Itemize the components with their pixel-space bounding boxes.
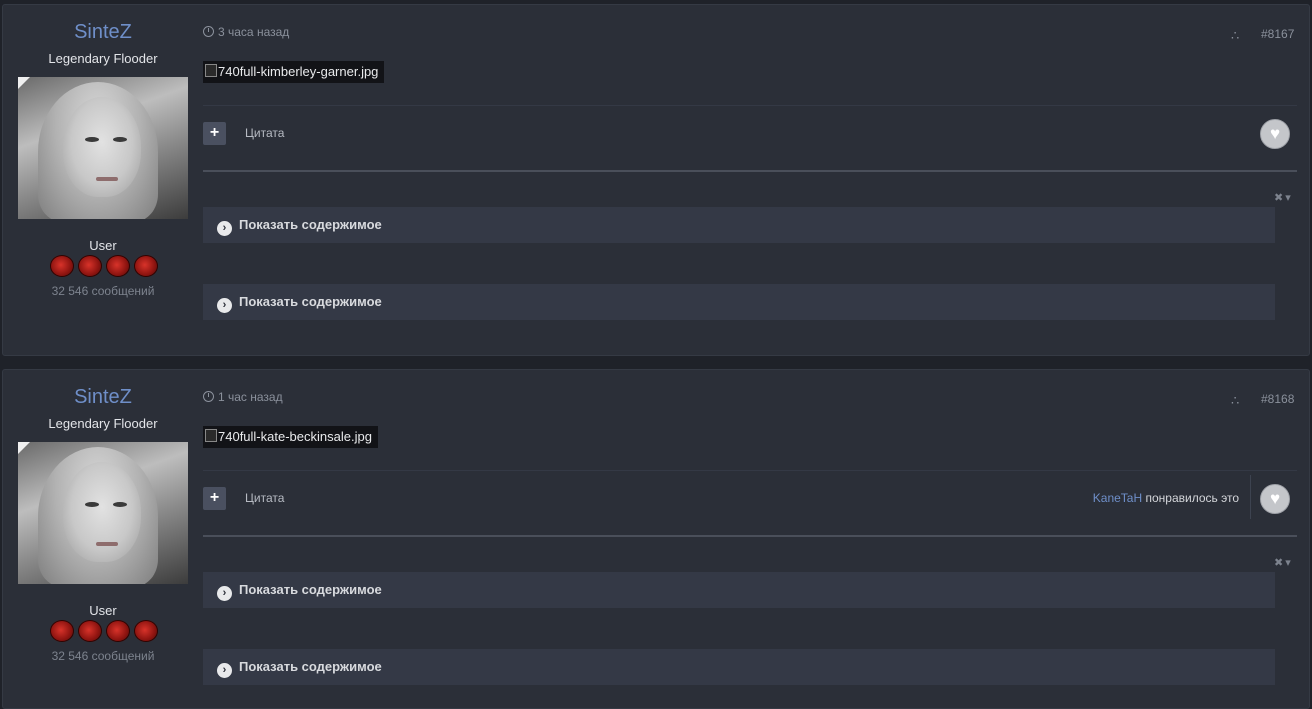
heart-icon: ♥ — [1269, 124, 1281, 143]
chevron-right-icon: › — [217, 663, 232, 678]
signature-divider — [203, 170, 1297, 172]
author-title: Legendary Flooder — [48, 416, 158, 431]
signature-divider — [203, 535, 1297, 537]
multiquote-button[interactable]: + — [203, 487, 226, 510]
rank-icon — [106, 620, 130, 642]
spoiler-label: Показать содержимое — [239, 217, 382, 232]
spoiler-label: Показать содержимое — [239, 582, 382, 597]
avatar[interactable] — [18, 77, 188, 219]
image-alt-text: 740full-kate-beckinsale.jpg — [218, 429, 372, 444]
post-time[interactable]: 1 час назад — [203, 390, 283, 404]
rank-icon — [50, 255, 74, 277]
avatar[interactable] — [18, 442, 188, 584]
like-button[interactable]: ♥ — [1260, 119, 1290, 149]
broken-image-icon — [205, 64, 217, 77]
image-alt-text: 740full-kimberley-garner.jpg — [218, 64, 379, 79]
post-number[interactable]: #8167 — [1261, 27, 1294, 41]
chevron-right-icon: › — [217, 221, 232, 236]
author-post-count: 32 546 сообщений — [51, 284, 155, 298]
post-image[interactable]: 740full-kimberley-garner.jpg — [203, 61, 385, 83]
author-group: User — [89, 603, 117, 618]
divider — [1250, 475, 1251, 519]
spoiler-toggle[interactable]: › Показать содержимое — [203, 649, 1275, 685]
quote-button[interactable]: Цитата — [245, 126, 284, 140]
rank-icon — [134, 255, 158, 277]
close-icon[interactable]: ✖▾ — [1274, 556, 1293, 569]
post-time[interactable]: 3 часа назад — [203, 25, 289, 39]
like-button[interactable]: ♥ — [1260, 484, 1290, 514]
clock-icon — [203, 391, 214, 402]
divider — [203, 105, 1297, 106]
plus-icon: + — [209, 124, 220, 141]
spoiler-toggle[interactable]: › Показать содержимое — [203, 572, 1275, 608]
chevron-right-icon: › — [217, 298, 232, 313]
post-time-text: 3 часа назад — [218, 25, 290, 39]
rank-icons — [50, 255, 160, 279]
plus-icon: + — [209, 489, 220, 506]
share-icon[interactable]: ∴ — [1231, 393, 1239, 409]
forum-post: SinteZ Legendary Flooder User 32 546 соо… — [2, 4, 1310, 356]
broken-image-icon — [205, 429, 217, 442]
post-image[interactable]: 740full-kate-beckinsale.jpg — [203, 426, 378, 448]
rank-icon — [78, 620, 102, 642]
author-name[interactable]: SinteZ — [3, 386, 203, 409]
heart-icon: ♥ — [1269, 489, 1281, 508]
author-group: User — [89, 238, 117, 253]
multiquote-button[interactable]: + — [203, 122, 226, 145]
rank-icon — [134, 620, 158, 642]
spoiler-label: Показать содержимое — [239, 294, 382, 309]
forum-post: SinteZ Legendary Flooder User 32 546 соо… — [2, 369, 1310, 709]
spoiler-toggle[interactable]: › Показать содержимое — [203, 284, 1275, 320]
author-post-count: 32 546 сообщений — [51, 649, 155, 663]
share-icon[interactable]: ∴ — [1231, 28, 1239, 44]
divider — [203, 470, 1297, 471]
close-icon[interactable]: ✖▾ — [1274, 191, 1293, 204]
reactions-summary: KaneTaH понравилось это — [1093, 491, 1239, 505]
quote-button[interactable]: Цитата — [245, 491, 284, 505]
rank-icon — [78, 255, 102, 277]
author-name[interactable]: SinteZ — [3, 21, 203, 44]
chevron-right-icon: › — [217, 586, 232, 601]
rank-icons — [50, 620, 160, 644]
post-number[interactable]: #8168 — [1261, 392, 1294, 406]
liked-by-user[interactable]: KaneTaH — [1093, 491, 1142, 505]
clock-icon — [203, 26, 214, 37]
rank-icon — [50, 620, 74, 642]
post-time-text: 1 час назад — [218, 390, 283, 404]
spoiler-toggle[interactable]: › Показать содержимое — [203, 207, 1275, 243]
liked-text: понравилось это — [1145, 491, 1239, 505]
rank-icon — [106, 255, 130, 277]
author-title: Legendary Flooder — [48, 51, 158, 66]
spoiler-label: Показать содержимое — [239, 659, 382, 674]
